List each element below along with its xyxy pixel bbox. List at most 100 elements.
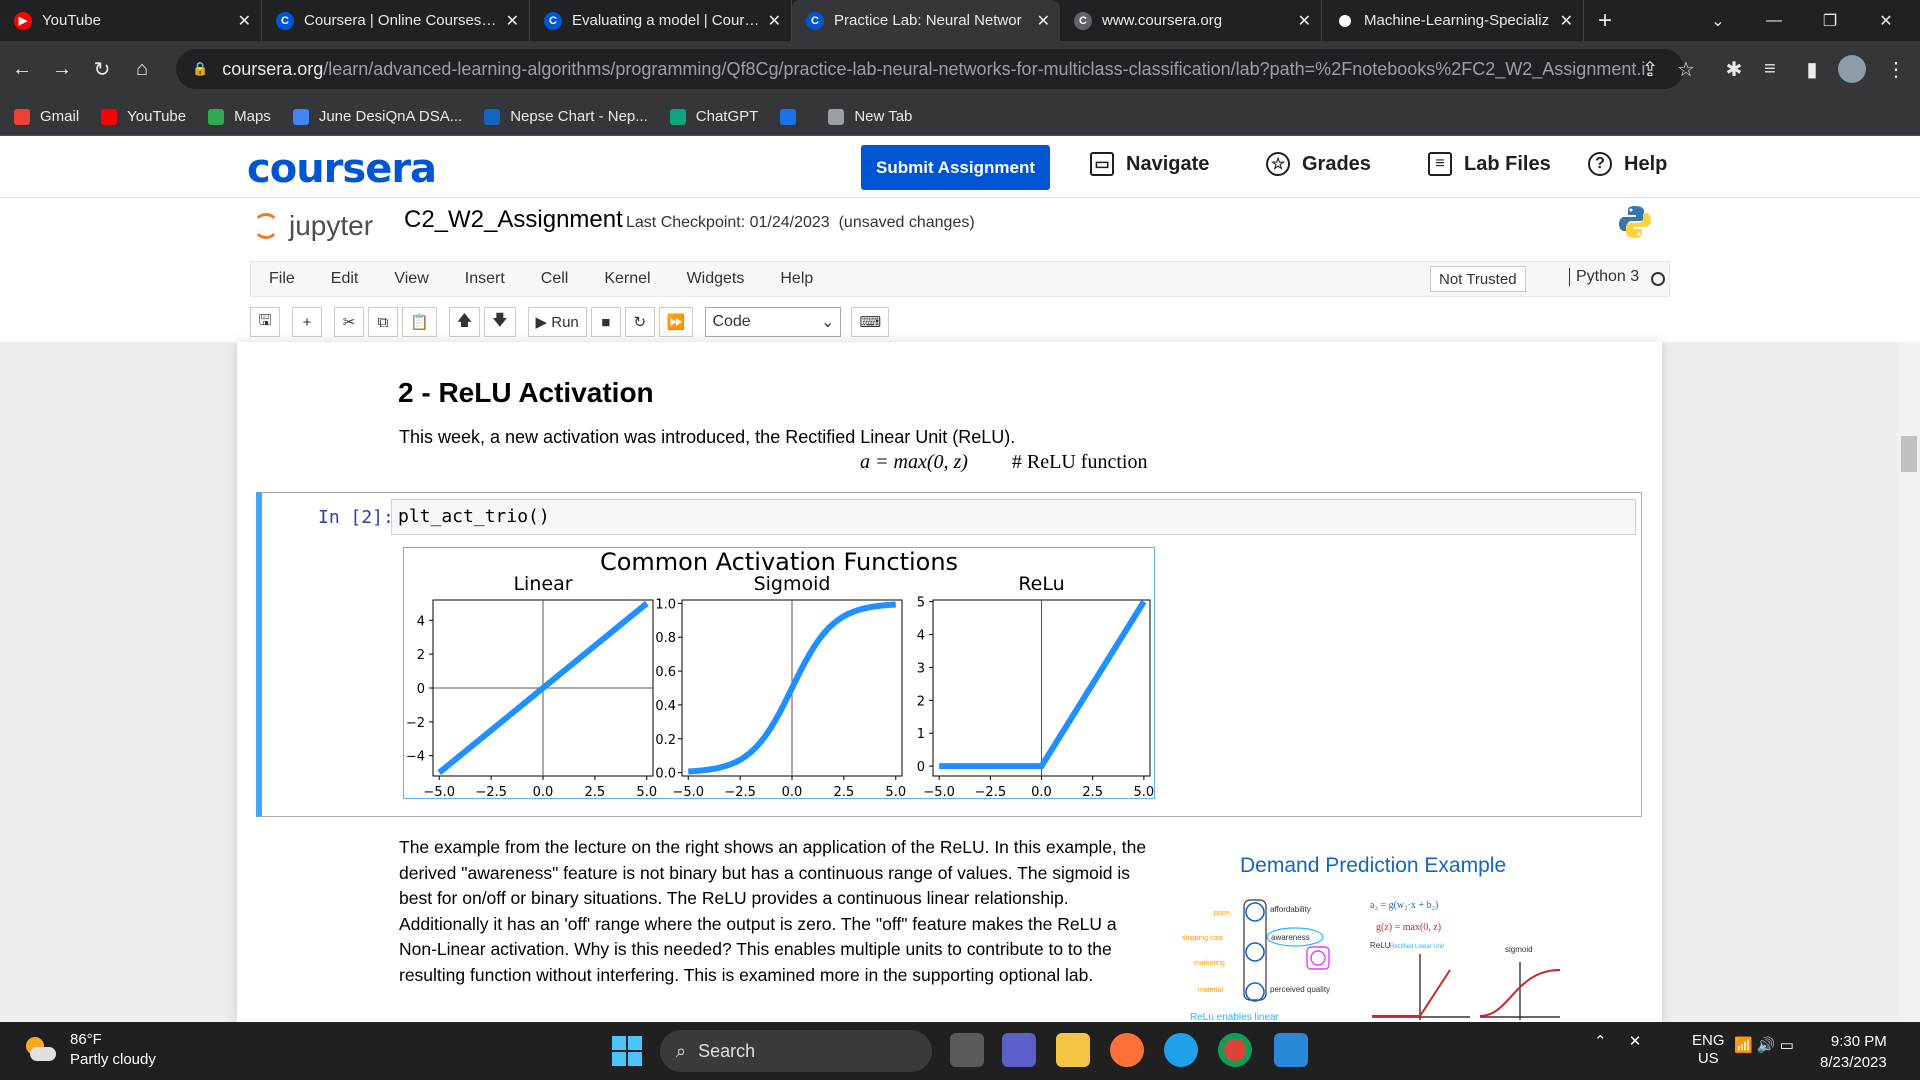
language-indicator[interactable]: ENG US: [1692, 1032, 1725, 1068]
bookmark-6[interactable]: ChatGPT: [669, 108, 758, 125]
run-button[interactable]: ▶︎ Run: [527, 307, 587, 337]
code-input[interactable]: plt_act_trio(): [391, 499, 1636, 535]
grades-link[interactable]: ☆ Grades: [1266, 152, 1371, 176]
taskbar-clock[interactable]: 9:30 PM 8/23/2023: [1820, 1031, 1887, 1073]
bookmark-3[interactable]: Maps: [208, 108, 271, 125]
file-explorer-icon[interactable]: [1056, 1033, 1090, 1067]
menu-cell[interactable]: Cell: [523, 270, 587, 288]
tab-3[interactable]: C Evaluating a model | Coursera ✕: [530, 0, 792, 41]
cell-type-value: Code: [712, 313, 751, 330]
tab-2[interactable]: C Coursera | Online Courses & Cr ✕: [262, 0, 530, 41]
tab-4[interactable]: C Practice Lab: Neural Networ ✕: [792, 0, 1060, 41]
notebook-name[interactable]: C2_W2_Assignment: [404, 206, 623, 234]
keyboard-icon[interactable]: ⌨: [851, 307, 890, 337]
menu-file[interactable]: File: [251, 270, 313, 288]
restore-icon[interactable]: ❐: [1802, 0, 1858, 41]
move-up-icon[interactable]: 🡅: [448, 307, 481, 337]
bookmark-2[interactable]: YouTube: [101, 108, 186, 125]
tab-5[interactable]: Cwww.coursera.org ✕: [1060, 0, 1322, 41]
tab-search-icon[interactable]: ⌄: [1690, 0, 1746, 41]
restart-icon[interactable]: ↻: [624, 307, 655, 337]
reading-list-icon[interactable]: ≡: [1752, 51, 1788, 87]
reload-icon[interactable]: ↻: [84, 52, 120, 88]
y-tick-label: 3: [917, 661, 925, 676]
wifi-volume-battery-icons[interactable]: 📶 🔊 ▭: [1734, 1036, 1794, 1054]
side-panel-icon[interactable]: ▮: [1794, 51, 1830, 87]
back-icon[interactable]: ←: [4, 52, 40, 88]
restart-run-all-icon[interactable]: ⏩: [658, 307, 694, 337]
input-marketing: marketing: [1194, 960, 1225, 967]
add-cell-icon[interactable]: +: [292, 307, 322, 337]
edge-icon[interactable]: [1164, 1033, 1198, 1067]
activation-equation: a₂ = g(w₂·x + b₂): [1370, 900, 1438, 911]
close-tab-icon[interactable]: ✕: [506, 11, 519, 31]
y-tick-label: 1: [917, 727, 925, 742]
submit-assignment-button[interactable]: Submit Assignment: [861, 145, 1050, 190]
activation-figure: Common Activation Functions Linear −5.0 −2.…: [403, 547, 1155, 800]
firefox-icon[interactable]: [1110, 1033, 1144, 1067]
close-window-icon[interactable]: ✕: [1858, 0, 1914, 41]
close-tab-icon[interactable]: ✕: [1298, 11, 1311, 31]
task-view-icon[interactable]: [950, 1033, 984, 1067]
coursera-logo[interactable]: coursera: [247, 146, 437, 192]
trust-indicator[interactable]: Not Trusted: [1430, 266, 1526, 292]
x-tick-label: 0.0: [533, 785, 554, 798]
weather-widget[interactable]: 86°F Partly cloudy: [22, 1030, 156, 1070]
bookmark-7[interactable]: [780, 108, 806, 125]
kernel-name[interactable]: Python 3: [1569, 268, 1639, 286]
new-tab-button[interactable]: +: [1584, 0, 1626, 41]
jupyter-ring-icon: [253, 213, 279, 239]
bookmark-star-icon[interactable]: ☆: [1668, 51, 1704, 87]
bookmark-4[interactable]: June DesiQnA DSA...: [292, 108, 463, 125]
bookmark-label: June DesiQnA DSA...: [318, 108, 463, 125]
menu-widgets[interactable]: Widgets: [669, 270, 763, 288]
menu-edit[interactable]: Edit: [313, 270, 377, 288]
close-tab-icon[interactable]: ✕: [1037, 11, 1050, 31]
network-icon[interactable]: ✕: [1629, 1033, 1642, 1050]
menu-kernel[interactable]: Kernel: [586, 270, 668, 288]
interrupt-icon[interactable]: ■: [590, 307, 621, 337]
paste-icon[interactable]: 📋: [402, 307, 437, 337]
extensions-icon[interactable]: ✱: [1716, 51, 1752, 87]
close-tab-icon[interactable]: ✕: [1560, 11, 1573, 31]
navigate-icon: ▭: [1090, 152, 1114, 176]
tab-1[interactable]: ▶ YouTube ✕: [0, 0, 262, 41]
profile-avatar[interactable]: [1838, 55, 1866, 83]
menu-view[interactable]: View: [376, 270, 446, 288]
menu-insert[interactable]: Insert: [447, 270, 523, 288]
help-link[interactable]: ? Help: [1588, 152, 1667, 176]
cell-type-select[interactable]: Code ⌄: [705, 307, 842, 337]
share-icon[interactable]: ⇪: [1632, 51, 1668, 87]
menu-dots-icon[interactable]: ⋮: [1878, 51, 1914, 87]
forward-icon[interactable]: →: [44, 52, 80, 88]
lab-files-link[interactable]: ≡ Lab Files: [1428, 152, 1551, 176]
bookmark-1[interactable]: Gmail: [14, 108, 79, 125]
teams-chat-icon[interactable]: [1002, 1033, 1036, 1067]
bookmark-5[interactable]: Nepse Chart - Nep...: [484, 108, 648, 125]
jupyter-logo[interactable]: jupyter: [253, 210, 373, 242]
close-tab-icon[interactable]: ✕: [768, 11, 781, 31]
menu-help[interactable]: Help: [762, 270, 831, 288]
windows-start-icon[interactable]: [612, 1036, 642, 1066]
store-icon[interactable]: [1274, 1033, 1308, 1067]
cut-icon[interactable]: ✂: [334, 307, 364, 337]
chevron-up-icon[interactable]: ⌃: [1594, 1033, 1607, 1050]
minimize-icon[interactable]: —: [1746, 0, 1802, 41]
x-tick-label: −5.0: [923, 785, 955, 798]
chrome-icon[interactable]: [1218, 1033, 1252, 1067]
home-icon[interactable]: ⌂: [124, 52, 160, 88]
close-tab-icon[interactable]: ✕: [238, 11, 251, 31]
scrollbar-thumb[interactable]: [1901, 436, 1917, 472]
tab-6[interactable]: Machine-Learning-Specializ ✕: [1322, 0, 1584, 41]
bookmark-8[interactable]: New Tab: [828, 108, 912, 125]
x-tick-label: 2.5: [834, 785, 855, 798]
taskbar-search[interactable]: ⌕ Search: [660, 1030, 932, 1072]
address-bar[interactable]: 🔒 coursera.org/learn/advanced-learning-a…: [176, 49, 1684, 89]
label-awareness: awareness: [1271, 933, 1310, 942]
save-icon[interactable]: 🖫: [250, 307, 280, 337]
copy-icon[interactable]: ⧉: [368, 307, 398, 337]
star-icon: ☆: [1266, 152, 1290, 176]
navigate-link[interactable]: ▭ Navigate: [1090, 152, 1209, 176]
cell-prompt: In [2]:: [318, 507, 394, 528]
move-down-icon[interactable]: 🡇: [484, 307, 516, 337]
